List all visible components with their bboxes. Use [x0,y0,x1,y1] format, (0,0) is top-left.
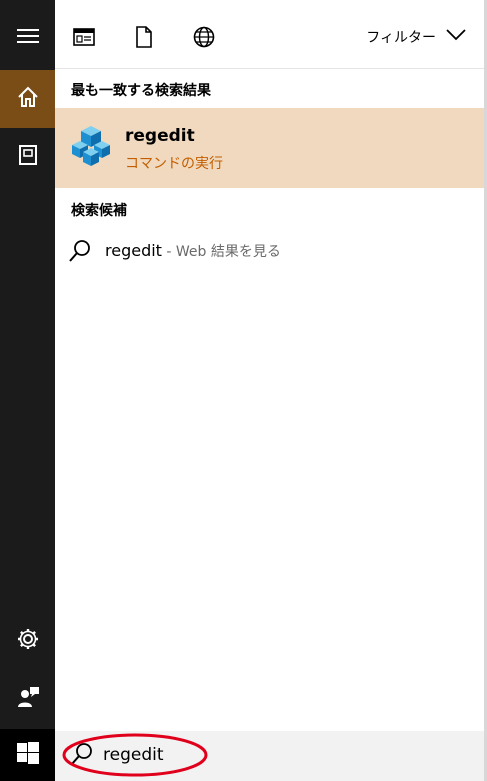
best-match-result[interactable]: regedit コマンドの実行 [55,108,484,188]
search-input[interactable] [103,739,403,771]
apps-filter-button[interactable] [67,22,101,56]
suggestion-query: regedit [105,241,162,260]
notebook-button[interactable] [0,128,55,186]
feedback-person-icon [16,685,40,713]
windows-logo-icon [16,742,39,768]
left-rail [0,0,55,781]
feedback-button[interactable] [0,670,55,728]
search-icon [69,741,95,767]
globe-icon [193,26,215,52]
search-icon [67,238,93,264]
regedit-cubes-icon [71,124,111,168]
filter-dropdown[interactable]: フィルター [366,27,466,47]
settings-button[interactable] [0,612,55,670]
search-results-pane: フィルター 最も一致する検索結果 regedit コマンドの実行 検索候補 re… [55,0,484,781]
gear-icon [16,627,40,655]
result-subtitle: コマンドの実行 [125,156,223,172]
suggestion-item[interactable]: regedit - Web 結果を見る [55,232,484,272]
home-button[interactable] [0,70,55,128]
documents-filter-button[interactable] [127,22,161,56]
search-box[interactable] [55,731,484,781]
suggestions-heading: 検索候補 [71,203,127,219]
home-icon [17,86,39,112]
document-icon [135,26,153,52]
suggestion-text-wrap: regedit - Web 結果を見る [105,241,281,261]
menu-button[interactable] [0,9,55,67]
suggestion-hint: - Web 結果を見る [161,244,281,260]
filter-toolbar: フィルター [55,0,484,69]
result-title: regedit [125,126,195,146]
chevron-down-icon [446,29,466,45]
apps-view-icon [73,28,95,50]
best-match-heading: 最も一致する検索結果 [71,83,211,99]
web-filter-button[interactable] [187,22,221,56]
hamburger-menu-icon [16,28,39,48]
notebook-icon [18,144,38,170]
filter-label: フィルター [366,30,436,46]
start-button[interactable] [0,729,55,781]
